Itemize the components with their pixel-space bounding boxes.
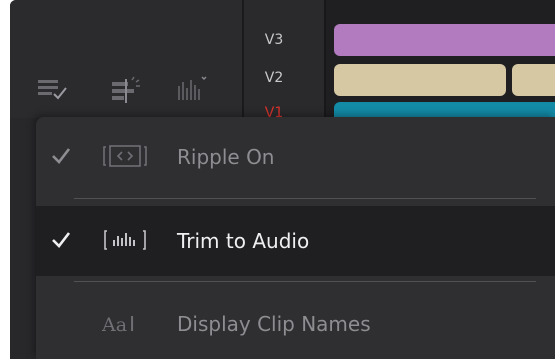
menu-item-label-ripple-on: Ripple On — [177, 145, 275, 169]
track-destination-check-icon[interactable] — [36, 76, 70, 104]
clip-v2-next[interactable] — [512, 64, 555, 96]
track-label-v2[interactable]: V2 — [244, 70, 304, 86]
track-headers: V3 V2 V1 — [244, 0, 324, 121]
checkmark-icon — [52, 232, 71, 248]
audio-waveform-dropdown-icon[interactable] — [174, 76, 208, 104]
clip-v2[interactable] — [334, 64, 506, 96]
checkmark-icon — [52, 148, 71, 164]
timeline-view-options-menu: Ripple On Trim to Audio Aa I Display Cli… — [36, 117, 555, 359]
menu-item-label-display-clip-names: Display Clip Names — [177, 312, 371, 336]
audio-waveform-icon — [104, 230, 146, 250]
menu-item-ripple-on[interactable]: Ripple On — [36, 122, 555, 192]
snapping-icon[interactable] — [108, 76, 142, 104]
menu-item-label-trim-to-audio: Trim to Audio — [177, 229, 310, 253]
menu-separator — [74, 281, 536, 282]
menu-item-trim-to-audio[interactable]: Trim to Audio — [36, 206, 555, 276]
ripple-icon — [103, 145, 147, 167]
clip-v3[interactable] — [334, 24, 555, 56]
timeline-toolbar — [10, 0, 242, 118]
menu-item-display-clip-names[interactable]: Aa I Display Clip Names — [36, 289, 555, 359]
track-label-v3[interactable]: V3 — [244, 32, 304, 48]
editor-window: V3 V2 V1 Ripple On Trim to Audio Aa I Di… — [10, 0, 555, 359]
menu-separator — [74, 198, 536, 199]
text-aa-icon: Aa I — [102, 312, 135, 336]
timeline-area[interactable] — [326, 0, 555, 134]
